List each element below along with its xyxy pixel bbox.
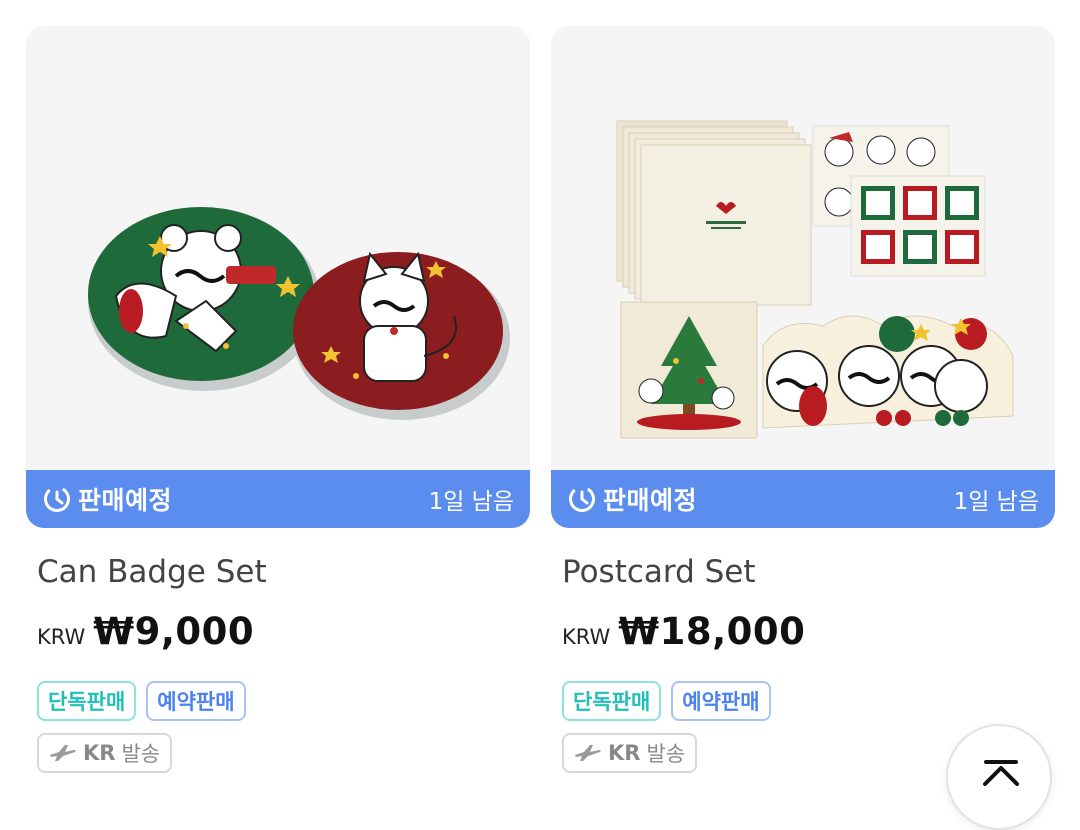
shipping-origin: KR	[608, 741, 641, 765]
product-price: ₩9,000	[93, 610, 255, 653]
shipping-label: 발송	[121, 742, 161, 766]
airplane-icon	[575, 745, 601, 761]
clock-icon	[44, 486, 70, 512]
exclusive-sale-tag: 단독판매	[562, 681, 662, 721]
sale-status-banner: 판매예정 1일 남음	[26, 470, 530, 528]
product-price: ₩18,000	[618, 610, 806, 653]
time-remaining: 1일 남음	[428, 489, 514, 515]
scroll-to-top-button[interactable]	[946, 724, 1052, 830]
clock-icon	[569, 486, 595, 512]
tag-list: 단독판매 예약판매	[562, 681, 1055, 721]
product-name[interactable]: Can Badge Set	[37, 554, 530, 590]
product-image-area[interactable]: 판매예정 1일 남음	[26, 26, 530, 528]
price-currency: KRW	[562, 625, 611, 649]
price-row: KRW ₩18,000	[562, 610, 1055, 653]
preorder-tag: 예약판매	[146, 681, 246, 721]
time-remaining: 1일 남음	[953, 489, 1039, 515]
product-grid: 판매예정 1일 남음 Can Badge Set KRW ₩9,000 단독판매…	[26, 26, 1055, 773]
price-currency: KRW	[37, 625, 86, 649]
banner-status-group: 판매예정	[42, 481, 172, 517]
product-image	[616, 120, 1014, 439]
sale-status-label: 판매예정	[603, 486, 698, 515]
product-image	[88, 207, 510, 420]
shipping-badge: KR 발송	[37, 733, 173, 773]
exclusive-sale-tag: 단독판매	[37, 681, 137, 721]
shipping-badge: KR 발송	[562, 733, 698, 773]
preorder-tag: 예약판매	[671, 681, 771, 721]
airplane-icon	[50, 745, 76, 761]
shipping-label: 발송	[646, 742, 686, 766]
product-image-area[interactable]: 판매예정 1일 남음	[551, 26, 1055, 528]
banner-status-group: 판매예정	[567, 481, 697, 517]
tag-list: 단독판매 예약판매	[37, 681, 530, 721]
sale-status-banner: 판매예정 1일 남음	[551, 470, 1055, 528]
product-card[interactable]: 판매예정 1일 남음 Can Badge Set KRW ₩9,000 단독판매…	[26, 26, 530, 773]
shipping-origin: KR	[83, 741, 116, 765]
product-name[interactable]: Postcard Set	[562, 554, 1055, 590]
arrow-up-to-top-icon	[983, 760, 1019, 786]
sale-status-label: 판매예정	[78, 486, 173, 515]
product-card[interactable]: 판매예정 1일 남음 Postcard Set KRW ₩18,000 단독판매…	[551, 26, 1055, 773]
price-row: KRW ₩9,000	[37, 610, 530, 653]
